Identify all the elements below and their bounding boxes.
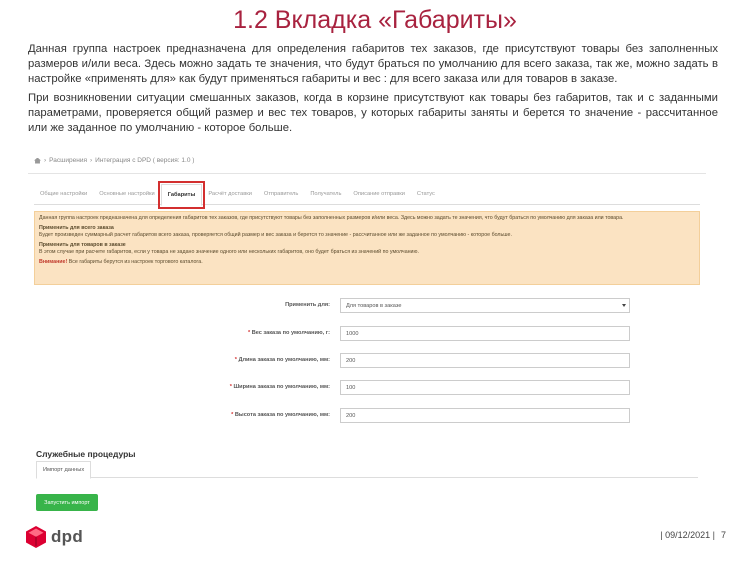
tab-main[interactable]: Основные настройки (93, 184, 161, 204)
settings-screenshot: › Расширения › Интеграция с DPD ( версия… (28, 151, 706, 515)
form-row-width: * Ширина заказа по умолчанию, мм: 100 (28, 380, 706, 396)
weight-label-text: Вес заказа по умолчанию, г: (251, 330, 330, 336)
notice-intro: Данная группа настроек предназначена для… (39, 215, 624, 221)
form-row-length: * Длина заказа по умолчанию, мм: 200 (28, 353, 706, 369)
width-input[interactable]: 100 (340, 380, 630, 395)
height-label-text: Высота заказа по умолчанию, мм: (234, 412, 330, 418)
dpd-cube-icon (26, 526, 46, 548)
form-row-weight: * Вес заказа по умолчанию, г: 1000 (28, 326, 706, 342)
apply-select[interactable]: Для товаров в заказе (340, 298, 630, 313)
tab-shipment-description[interactable]: Описание отправки (347, 184, 410, 204)
form-row-height: * Высота заказа по умолчанию, мм: 200 (28, 408, 706, 424)
mixed-orders-paragraph: При возникновении ситуации смешанных зак… (28, 92, 718, 134)
slide-title: 1.2 Вкладка «Габариты» (233, 6, 517, 34)
width-label-text: Ширина заказа по умолчанию, мм: (233, 384, 330, 390)
footer-info: | 09/12/2021 | 7 (660, 530, 726, 540)
length-input[interactable]: 200 (340, 353, 630, 368)
tab-dimensions[interactable]: Габариты (157, 181, 205, 209)
notice-whole-text: Будет произведен суммарный расчет габари… (39, 232, 512, 238)
notice-warning: Внимание! Все габариты берутся из настро… (39, 259, 695, 266)
notice-warning-text: Все габариты берутся из настроек торгово… (68, 259, 203, 265)
notice-goods-title: Применить для товаров в заказе (39, 242, 126, 248)
weight-label: * Вес заказа по умолчанию, г: (247, 330, 330, 336)
form-row-apply: Применить для: Для товаров в заказе (28, 298, 706, 314)
tab-recipient[interactable]: Получатель (304, 184, 347, 204)
notice-warning-label: Внимание! (39, 259, 68, 265)
info-notice: Данная группа настроек предназначена для… (34, 211, 700, 285)
notice-goods-text: В этом случае при расчете габаритов, есл… (39, 249, 419, 255)
notice-goods: Применить для товаров в заказе В этом сл… (39, 242, 695, 256)
apply-label: Применить для: (285, 302, 330, 308)
notice-whole-order: Применить для всего заказа Будет произве… (39, 225, 695, 239)
chevron-down-icon (622, 304, 626, 307)
length-label-text: Длина заказа по умолчанию, мм: (238, 357, 330, 363)
length-label: * Длина заказа по умолчанию, мм: (234, 357, 330, 363)
breadcrumb-separator: › (89, 157, 93, 164)
notice-whole-title: Применить для всего заказа (39, 225, 114, 231)
tab-sender[interactable]: Отправитель (258, 184, 304, 204)
logo-text: dpd (51, 527, 84, 546)
description-paragraph: Данная группа настроек предназначена для… (28, 43, 718, 85)
breadcrumb: › Расширения › Интеграция с DPD ( версия… (34, 157, 194, 164)
breadcrumb-item-extensions[interactable]: Расширения (49, 157, 87, 164)
tab-general[interactable]: Общие настройки (34, 184, 93, 204)
service-section-title: Служебные процедуры (36, 449, 136, 459)
breadcrumb-item-integration: Интеграция с DPD ( версия: 1.0 ) (95, 157, 195, 164)
settings-tabs: Общие настройки Основные настройки Габар… (34, 181, 700, 209)
width-label: * Ширина заказа по умолчанию, мм: (229, 384, 330, 390)
tab-status[interactable]: Статус (411, 184, 441, 204)
divider (36, 477, 698, 478)
weight-input[interactable]: 1000 (340, 326, 630, 341)
height-label: * Высота заказа по умолчанию, мм: (231, 412, 330, 418)
footer-date: | 09/12/2021 | (660, 530, 715, 540)
dpd-logo: dpd (26, 526, 83, 548)
run-import-button[interactable]: Запустить импорт (36, 494, 98, 511)
page-number: 7 (720, 530, 726, 540)
divider (28, 173, 706, 174)
home-icon[interactable] (34, 157, 41, 164)
tab-delivery-calc[interactable]: Расчёт доставки (202, 184, 258, 204)
height-input[interactable]: 200 (340, 408, 630, 423)
tab-import-data[interactable]: Импорт данных (36, 461, 92, 479)
breadcrumb-separator: › (44, 157, 47, 164)
